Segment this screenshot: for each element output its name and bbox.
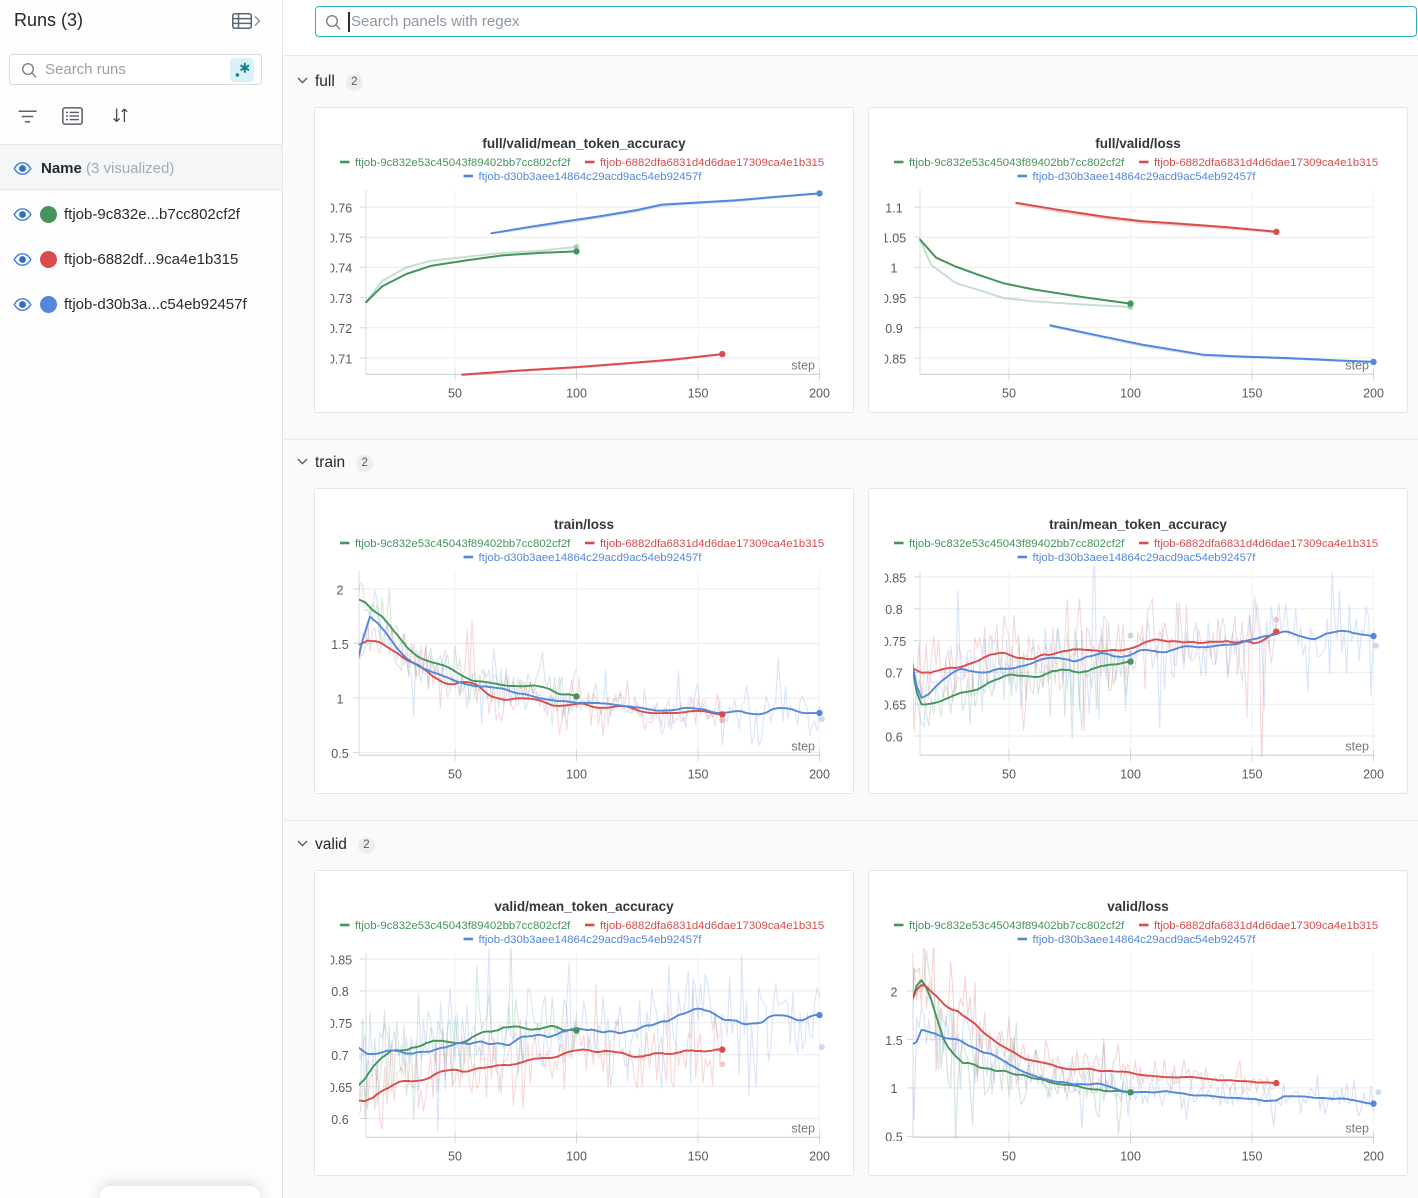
svg-text:0.5: 0.5	[885, 1131, 902, 1145]
svg-text:0.6: 0.6	[331, 1113, 348, 1127]
svg-text:0.65: 0.65	[882, 699, 906, 713]
svg-text:step: step	[1345, 1122, 1369, 1136]
svg-text:50: 50	[448, 768, 462, 782]
svg-text:0.74: 0.74	[328, 262, 352, 276]
svg-text:ftjob-d30b3aee14864c29acd9ac54: ftjob-d30b3aee14864c29acd9ac54eb92457f	[479, 934, 703, 946]
svg-text:ftjob-9c832e53c45043f89402bb7c: ftjob-9c832e53c45043f89402bb7cc802cf2f	[355, 157, 571, 169]
svg-text:ftjob-6882dfa6831d4d6dae17309c: ftjob-6882dfa6831d4d6dae17309ca4e1b315	[1154, 157, 1378, 169]
svg-text:ftjob-d30b3aee14864c29acd9ac54: ftjob-d30b3aee14864c29acd9ac54eb92457f	[1033, 934, 1257, 946]
svg-text:150: 150	[1242, 768, 1263, 782]
svg-text:0.71: 0.71	[328, 352, 352, 366]
svg-text:50: 50	[1002, 387, 1016, 401]
svg-text:ftjob-9c832e53c45043f89402bb7c: ftjob-9c832e53c45043f89402bb7cc802cf2f	[355, 538, 571, 550]
svg-text:full/valid/mean_token_accuracy: full/valid/mean_token_accuracy	[482, 136, 686, 151]
svg-text:0.7: 0.7	[331, 1049, 348, 1063]
svg-text:ftjob-6882dfa6831d4d6dae17309c: ftjob-6882dfa6831d4d6dae17309ca4e1b315	[1154, 920, 1378, 932]
svg-text:full/valid/loss: full/valid/loss	[1095, 136, 1181, 151]
svg-text:50: 50	[1002, 768, 1016, 782]
svg-text:0.76: 0.76	[328, 201, 352, 215]
svg-text:50: 50	[448, 1150, 462, 1164]
svg-text:0.75: 0.75	[328, 1017, 352, 1031]
svg-text:ftjob-9c832e53c45043f89402bb7c: ftjob-9c832e53c45043f89402bb7cc802cf2f	[909, 538, 1125, 550]
svg-text:1.05: 1.05	[882, 232, 906, 246]
svg-text:train/mean_token_accuracy: train/mean_token_accuracy	[1049, 517, 1227, 532]
svg-text:ftjob-6882dfa6831d4d6dae17309c: ftjob-6882dfa6831d4d6dae17309ca4e1b315	[1154, 538, 1378, 550]
svg-text:200: 200	[1363, 768, 1384, 782]
svg-text:100: 100	[566, 387, 587, 401]
svg-text:150: 150	[688, 768, 709, 782]
svg-text:ftjob-6882dfa6831d4d6dae17309c: ftjob-6882dfa6831d4d6dae17309ca4e1b315	[600, 157, 824, 169]
svg-text:200: 200	[809, 1150, 830, 1164]
svg-text:step: step	[791, 740, 815, 754]
svg-text:1: 1	[891, 1082, 898, 1096]
svg-text:0.73: 0.73	[328, 292, 352, 306]
svg-text:50: 50	[1002, 1150, 1016, 1164]
svg-text:0.72: 0.72	[328, 322, 352, 336]
svg-text:100: 100	[566, 768, 587, 782]
svg-text:ftjob-9c832e53c45043f89402bb7c: ftjob-9c832e53c45043f89402bb7cc802cf2f	[909, 920, 1125, 932]
svg-text:200: 200	[809, 768, 830, 782]
svg-text:100: 100	[1120, 768, 1141, 782]
svg-text:ftjob-d30b3aee14864c29acd9ac54: ftjob-d30b3aee14864c29acd9ac54eb92457f	[1033, 552, 1257, 564]
svg-text:1: 1	[891, 262, 898, 276]
svg-text:0.8: 0.8	[885, 603, 902, 617]
svg-text:0.75: 0.75	[328, 232, 352, 246]
svg-text:200: 200	[1363, 1150, 1384, 1164]
svg-text:200: 200	[809, 387, 830, 401]
svg-text:150: 150	[1242, 1150, 1263, 1164]
svg-text:0.85: 0.85	[882, 352, 906, 366]
svg-text:1.5: 1.5	[331, 638, 348, 652]
svg-text:ftjob-9c832e53c45043f89402bb7c: ftjob-9c832e53c45043f89402bb7cc802cf2f	[355, 920, 571, 932]
svg-text:100: 100	[1120, 387, 1141, 401]
svg-text:200: 200	[1363, 387, 1384, 401]
svg-text:150: 150	[1242, 387, 1263, 401]
svg-text:50: 50	[448, 387, 462, 401]
svg-text:100: 100	[566, 1150, 587, 1164]
svg-text:1.5: 1.5	[885, 1034, 902, 1048]
svg-text:0.65: 0.65	[328, 1081, 352, 1095]
svg-text:ftjob-d30b3aee14864c29acd9ac54: ftjob-d30b3aee14864c29acd9ac54eb92457f	[1033, 171, 1257, 183]
svg-text:0.85: 0.85	[882, 571, 906, 585]
svg-text:step: step	[791, 1122, 815, 1136]
svg-text:step: step	[1345, 740, 1369, 754]
svg-text:ftjob-d30b3aee14864c29acd9ac54: ftjob-d30b3aee14864c29acd9ac54eb92457f	[479, 552, 703, 564]
svg-text:0.5: 0.5	[331, 747, 348, 761]
svg-text:ftjob-d30b3aee14864c29acd9ac54: ftjob-d30b3aee14864c29acd9ac54eb92457f	[479, 171, 703, 183]
svg-text:0.75: 0.75	[882, 635, 906, 649]
svg-text:150: 150	[688, 1150, 709, 1164]
svg-text:0.85: 0.85	[328, 953, 352, 967]
svg-text:valid/loss: valid/loss	[1107, 899, 1169, 914]
svg-text:0.8: 0.8	[331, 985, 348, 999]
svg-text:0.9: 0.9	[885, 322, 902, 336]
svg-text:ftjob-6882dfa6831d4d6dae17309c: ftjob-6882dfa6831d4d6dae17309ca4e1b315	[600, 538, 824, 550]
svg-text:150: 150	[688, 387, 709, 401]
svg-text:step: step	[791, 359, 815, 373]
svg-text:2: 2	[337, 583, 344, 597]
svg-text:2: 2	[891, 985, 898, 999]
svg-text:1: 1	[337, 692, 344, 706]
svg-text:0.95: 0.95	[882, 292, 906, 306]
svg-text:valid/mean_token_accuracy: valid/mean_token_accuracy	[494, 899, 674, 914]
svg-text:ftjob-9c832e53c45043f89402bb7c: ftjob-9c832e53c45043f89402bb7cc802cf2f	[909, 157, 1125, 169]
svg-text:ftjob-6882dfa6831d4d6dae17309c: ftjob-6882dfa6831d4d6dae17309ca4e1b315	[600, 920, 824, 932]
svg-text:0.7: 0.7	[885, 667, 902, 681]
svg-text:100: 100	[1120, 1150, 1141, 1164]
svg-text:0.6: 0.6	[885, 730, 902, 744]
svg-text:train/loss: train/loss	[554, 517, 614, 532]
svg-text:1.1: 1.1	[885, 201, 902, 215]
